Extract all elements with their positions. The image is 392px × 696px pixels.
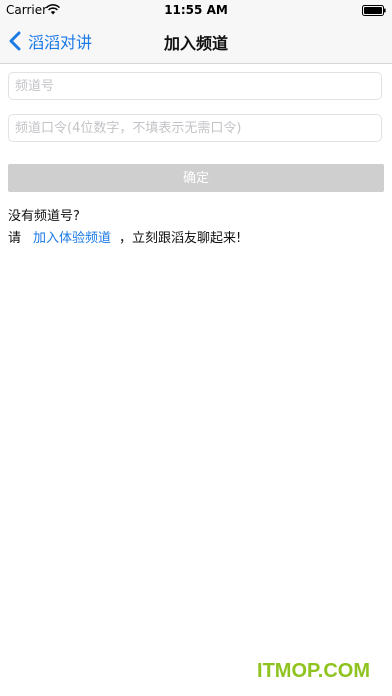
hint-prefix: 请 — [8, 231, 22, 246]
join-trial-hint: 请加入体验频道 ，立刻跟滔友聊起来! — [8, 227, 241, 246]
status-time: 11:55 AM — [164, 3, 228, 17]
navigation-bar: 滔滔对讲 加入频道 — [0, 20, 392, 64]
watermark-logo: ITMOP.COM — [257, 660, 370, 682]
screen: Carrier 11:55 AM 滔滔对讲 加入频道 确定 没有频道号? 请加入… — [0, 0, 392, 696]
page-title: 加入频道 — [163, 34, 228, 53]
channel-number-input[interactable] — [8, 72, 382, 100]
hint-suffix: ，立刻跟滔友聊起来! — [119, 231, 242, 246]
confirm-button[interactable]: 确定 — [8, 164, 384, 192]
join-trial-channel-link[interactable]: 加入体验频道 — [33, 231, 111, 246]
status-bar: Carrier 11:55 AM — [0, 0, 392, 20]
battery-icon — [362, 5, 386, 16]
channel-password-input[interactable] — [8, 114, 382, 142]
no-channel-hint: 没有频道号? — [8, 209, 80, 224]
